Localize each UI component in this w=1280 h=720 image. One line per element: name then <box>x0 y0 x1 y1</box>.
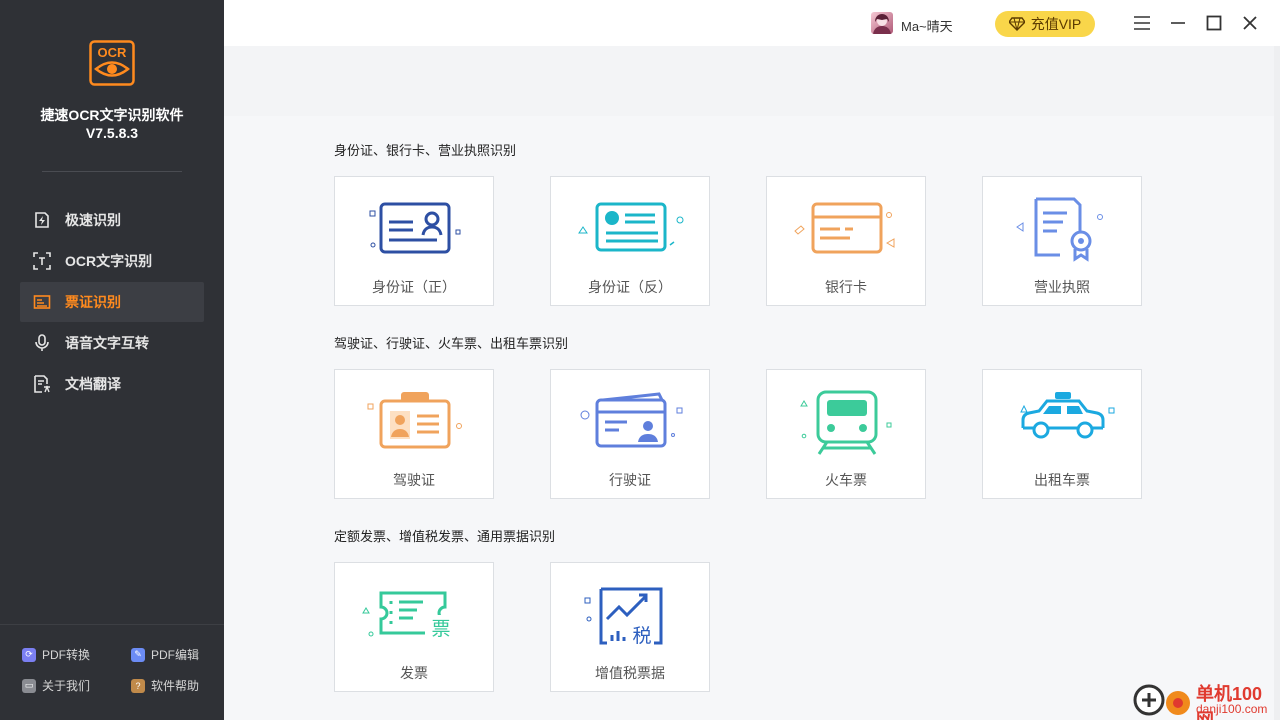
maximize-icon <box>1206 15 1222 31</box>
sidebar-footer-divider <box>0 624 224 625</box>
card-taxi-ticket[interactable]: 出租车票 <box>982 369 1142 499</box>
diamond-icon <box>1008 17 1025 31</box>
close-button[interactable] <box>1240 13 1260 33</box>
footer-link-label: 软件帮助 <box>151 679 200 693</box>
sidebar-item-fast-recognition[interactable]: 极速识别 <box>20 200 204 240</box>
card-label: 发票 <box>400 665 428 681</box>
card-label: 身份证（反） <box>588 279 672 295</box>
menu-icon <box>1134 16 1150 30</box>
card-label: 银行卡 <box>825 279 867 295</box>
section-title-invoices: 定额发票、增值税发票、通用票据识别 <box>334 529 556 544</box>
invoice-icon: 票 <box>362 591 455 640</box>
sidebar-item-label: 票证识别 <box>65 294 121 310</box>
driver-license-icon <box>367 392 462 449</box>
sidebar-item-translate[interactable]: 文档翻译 <box>20 364 204 404</box>
vehicle-license-icon <box>580 392 683 448</box>
vip-label: 充值VIP <box>1030 16 1082 32</box>
card-vat[interactable]: 税 增值税票据 <box>550 562 710 692</box>
train-icon <box>800 390 892 455</box>
footer-link-label: PDF转换 <box>42 648 91 662</box>
business-license-icon <box>1016 197 1103 262</box>
microphone-icon <box>33 334 51 352</box>
sidebar-item-voice[interactable]: 语音文字互转 <box>20 323 204 363</box>
vat-chart-icon: 税 <box>584 587 663 647</box>
about-icon: ▭ <box>22 678 36 693</box>
ticket-icon <box>33 293 51 311</box>
card-id-back[interactable]: 身份证（反） <box>550 176 710 306</box>
sidebar-item-label: 语音文字互转 <box>65 335 149 351</box>
card-id-front[interactable]: 身份证（正） <box>334 176 494 306</box>
card-business-license[interactable]: 营业执照 <box>982 176 1142 306</box>
app-logo: OCR <box>89 40 135 86</box>
sidebar-divider <box>42 171 182 172</box>
menu-button[interactable] <box>1132 13 1152 33</box>
help-link[interactable]: ? 软件帮助 <box>131 677 199 694</box>
maximize-button[interactable] <box>1204 13 1224 33</box>
pdf-convert-link[interactable]: ⟳ PDF转换 <box>22 646 90 663</box>
card-label: 身份证（正） <box>372 279 456 295</box>
pdf-edit-link[interactable]: ✎ PDF编辑 <box>131 646 199 663</box>
card-driver-license[interactable]: 驾驶证 <box>334 369 494 499</box>
minimize-icon <box>1171 22 1185 24</box>
text-scan-icon <box>33 252 51 270</box>
footer-link-label: 关于我们 <box>42 679 91 693</box>
sidebar-item-ocr[interactable]: OCR文字识别 <box>20 241 204 281</box>
card-label: 行驶证 <box>609 472 651 488</box>
sidebar-nav: 极速识别 OCR文字识别 票证识别 语音文字互转 文档翻译 <box>20 200 204 405</box>
id-card-back-icon <box>578 202 684 252</box>
minimize-button[interactable] <box>1168 13 1188 33</box>
avatar[interactable] <box>871 12 893 34</box>
taxi-icon <box>1020 392 1115 439</box>
section-title-licenses: 驾驶证、行驶证、火车票、出租车票识别 <box>334 336 569 351</box>
help-icon: ? <box>131 678 145 693</box>
scrollbar[interactable] <box>1274 46 1280 720</box>
sidebar-item-ticket[interactable]: 票证识别 <box>20 282 204 322</box>
card-label: 营业执照 <box>1034 279 1090 295</box>
card-vehicle-license[interactable]: 行驶证 <box>550 369 710 499</box>
pdf-edit-icon: ✎ <box>131 647 145 662</box>
top-bar <box>224 0 1280 46</box>
close-icon <box>1243 16 1257 30</box>
logo-text: OCR <box>98 45 128 60</box>
section-title-id-cards: 身份证、银行卡、营业执照识别 <box>334 143 517 158</box>
app-name: 捷速OCR文字识别软件 <box>40 107 184 123</box>
bank-card-icon <box>794 202 895 254</box>
footer-link-label: PDF编辑 <box>151 648 200 662</box>
card-label: 增值税票据 <box>595 665 665 681</box>
banner-area <box>224 46 1280 116</box>
sidebar-item-label: 极速识别 <box>65 212 121 228</box>
id-card-front-icon <box>369 202 461 254</box>
lightning-doc-icon <box>33 211 51 229</box>
card-bank-card[interactable]: 银行卡 <box>766 176 926 306</box>
app-version: V7.5.8.3 <box>85 125 139 141</box>
sidebar-item-label: OCR文字识别 <box>65 253 153 269</box>
sidebar-item-label: 文档翻译 <box>65 376 121 392</box>
card-train-ticket[interactable]: 火车票 <box>766 369 926 499</box>
about-link[interactable]: ▭ 关于我们 <box>22 677 90 694</box>
vip-recharge-button[interactable]: 充值VIP <box>995 11 1095 37</box>
sidebar: OCR 捷速OCR文字识别软件 V7.5.8.3 极速识别 OCR文字识别 票证… <box>0 0 224 720</box>
vat-glyph: 税 <box>632 625 651 647</box>
card-label: 出租车票 <box>1034 472 1090 488</box>
card-label: 火车票 <box>825 472 867 488</box>
card-label: 驾驶证 <box>393 472 435 488</box>
pdf-convert-icon: ⟳ <box>22 647 36 662</box>
username[interactable]: Ma~晴天 <box>901 16 953 35</box>
watermark-url: danji100.com <box>1196 702 1268 716</box>
card-invoice[interactable]: 票 发票 <box>334 562 494 692</box>
invoice-glyph: 票 <box>431 619 450 640</box>
translate-doc-icon <box>33 375 51 393</box>
